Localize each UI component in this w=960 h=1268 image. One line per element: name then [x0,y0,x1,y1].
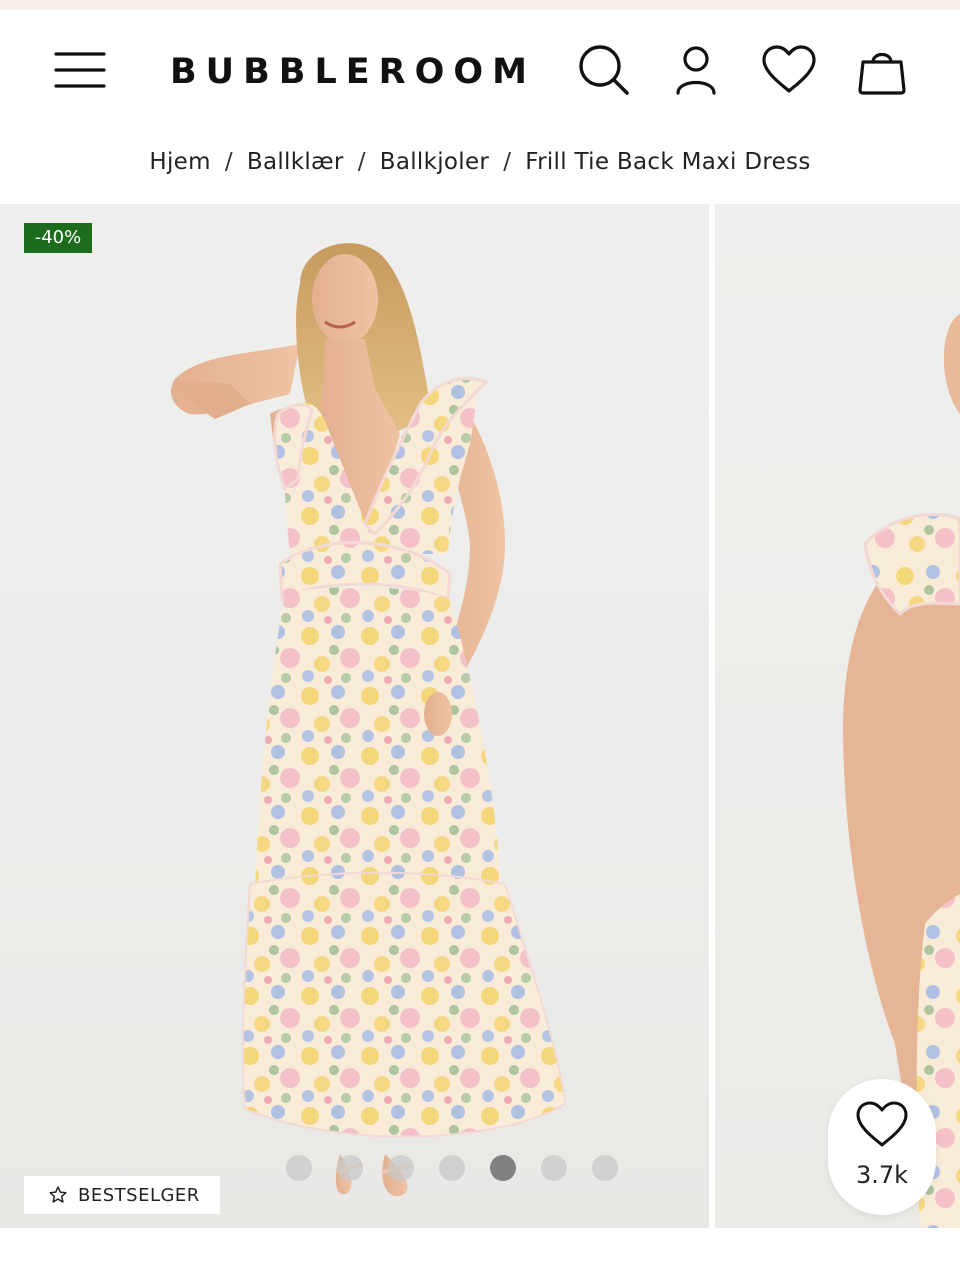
favorite-count: 3.7k [855,1161,909,1189]
breadcrumb-current-product: Frill Tie Back Maxi Dress [525,149,811,175]
account-button[interactable] [666,40,726,100]
model-in-floral-dress-image [170,243,567,1197]
product-image-gallery[interactable]: -40% BESTSELGER 3.7k [0,204,960,1228]
shopping-bag-button[interactable] [852,40,912,100]
breadcrumb-ballklaer[interactable]: Ballklær [247,149,344,175]
gallery-dot[interactable] [439,1155,465,1181]
gallery-dot[interactable] [388,1155,414,1181]
menu-button[interactable] [50,40,110,100]
search-button[interactable] [574,40,634,100]
favorite-button[interactable]: 3.7k [828,1079,936,1215]
gallery-dot[interactable] [541,1155,567,1181]
model-closeup-image [843,314,960,1228]
product-image-main[interactable]: -40% BESTSELGER [0,204,709,1228]
discount-badge: -40% [24,223,92,253]
search-icon [579,45,629,95]
breadcrumb-home[interactable]: Hjem [149,149,210,175]
bestseller-label: BESTSELGER [78,1184,200,1206]
breadcrumb-separator: / [503,149,512,175]
breadcrumb: Hjem / Ballklær / Ballkjoler / Frill Tie… [0,140,960,184]
menu-icon [54,52,106,88]
wishlist-button[interactable] [758,40,820,100]
breadcrumb-ballkjoler[interactable]: Ballkjoler [380,149,489,175]
shopping-bag-icon [858,52,906,95]
gallery-dot[interactable] [286,1155,312,1181]
site-header: BUBBLEROOM [0,10,960,130]
heart-icon [856,1101,908,1147]
gallery-dot-active[interactable] [490,1155,516,1181]
gallery-pagination-dots [286,1154,618,1182]
gallery-dot[interactable] [592,1155,618,1181]
breadcrumb-separator: / [224,149,233,175]
user-icon [676,46,716,95]
brand-logo[interactable]: BUBBLEROOM [170,50,527,94]
top-announcement-strip [0,0,960,10]
gallery-dot[interactable] [337,1155,363,1181]
star-icon [49,1186,67,1203]
bestseller-tag: BESTSELGER [24,1176,220,1214]
product-info-area [0,1228,960,1268]
product-image-next[interactable]: 3.7k [715,204,960,1228]
breadcrumb-separator: / [357,149,366,175]
heart-icon [762,45,816,93]
